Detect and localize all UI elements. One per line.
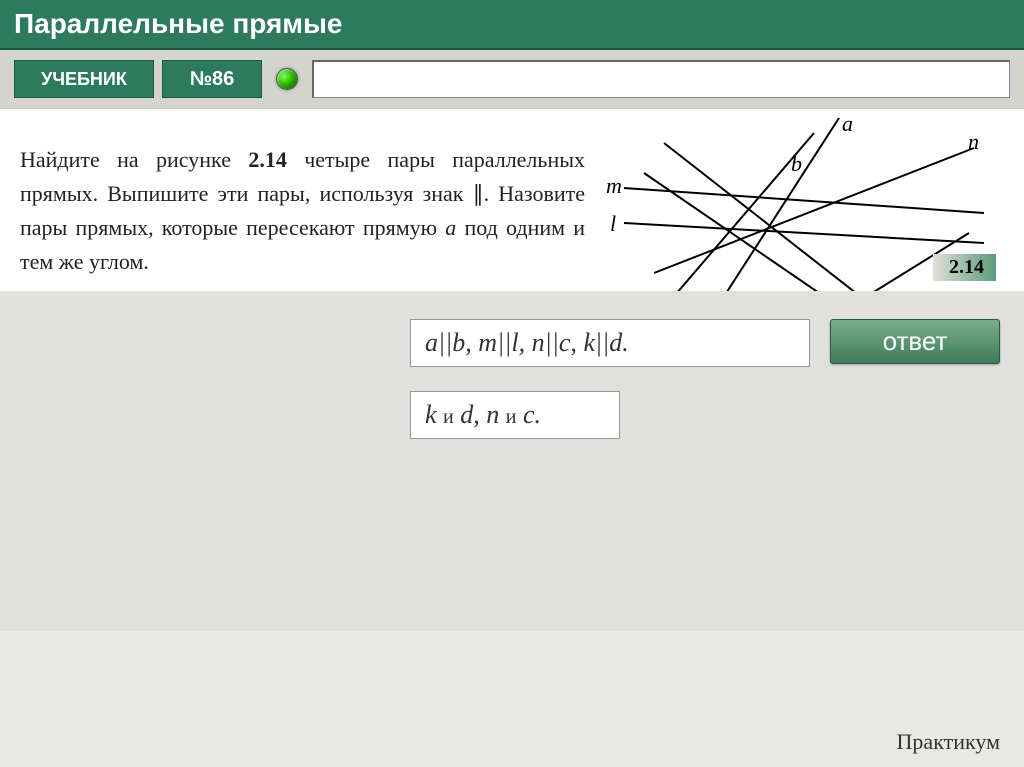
label-l: l [610, 211, 616, 236]
figure-reference: 2.14 [248, 147, 287, 172]
label-n: n [968, 129, 979, 154]
answer-area: a||b, m||l, n||c, k||d. k и d, n и c. от… [0, 291, 1024, 631]
figure-number-label: 2.14 [933, 254, 996, 281]
answer-fragment: a||b, [425, 328, 472, 357]
footer-label: Практикум [897, 729, 1000, 755]
page-title: Параллельные прямые [14, 8, 343, 40]
answer-fragment: c. [516, 400, 541, 429]
status-indicator-icon[interactable] [276, 68, 298, 90]
label-b: b [791, 151, 802, 176]
problem-number-button[interactable]: №86 [162, 60, 262, 98]
variable-a: a [445, 215, 456, 240]
search-input[interactable] [312, 60, 1010, 98]
answer-fragment: d, n [454, 400, 506, 429]
and-word: и [443, 406, 454, 428]
toolbar: УЧЕБНИК №86 [0, 50, 1024, 108]
text-fragment: Найдите на рисунке [20, 147, 248, 172]
label-a: a [842, 113, 853, 136]
textbook-button[interactable]: УЧЕБНИК [14, 60, 154, 98]
label-m: m [606, 173, 622, 198]
answer-fragment: k [425, 400, 443, 429]
answer-fragment: k||d. [577, 328, 629, 357]
answer-box-2: k и d, n и c. [410, 391, 620, 439]
answer-fragment: m||l, [472, 328, 525, 357]
and-word: и [506, 406, 517, 428]
answer-button[interactable]: ответ [830, 319, 1000, 364]
problem-content: Найдите на рисунке 2.14 четыре пары пара… [0, 108, 1024, 291]
problem-text: Найдите на рисунке 2.14 четыре пары пара… [20, 133, 585, 279]
answer-box-1: a||b, m||l, n||c, k||d. [410, 319, 810, 367]
page-header: Параллельные прямые [0, 0, 1024, 50]
answer-fragment: n||c, [525, 328, 577, 357]
figure-area: a b m l n k c d 2.14 [605, 133, 1004, 279]
